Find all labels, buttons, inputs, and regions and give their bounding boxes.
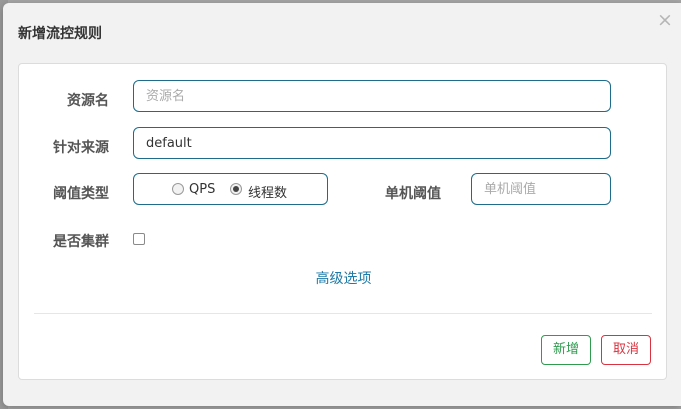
advanced-options-link[interactable]: 高级选项 [19, 268, 668, 288]
radio-thread-count-label: 线程数 [248, 186, 288, 201]
cluster-label: 是否集群 [53, 234, 109, 250]
dialog-title: 新增流控规则 [18, 26, 102, 42]
radio-qps[interactable] [172, 183, 184, 195]
footer-divider [34, 313, 652, 314]
cancel-button[interactable]: 取消 [601, 335, 651, 365]
threshold-type-radio-group: QPS 线程数 [133, 173, 328, 205]
single-threshold-label: 单机阈值 [385, 186, 441, 202]
form-panel: 资源名 针对来源 阈值类型 QPS 线程数 单机阈值 是否集群 高级选项 新增 … [18, 63, 667, 380]
cluster-checkbox[interactable] [133, 233, 145, 245]
source-label: 针对来源 [53, 140, 109, 156]
source-input[interactable] [133, 127, 611, 159]
radio-qps-label: QPS [189, 182, 216, 197]
threshold-type-label: 阈值类型 [53, 186, 109, 202]
add-button[interactable]: 新增 [541, 335, 591, 365]
resource-name-label: 资源名 [67, 93, 109, 109]
radio-thread-count[interactable] [230, 183, 242, 195]
add-flow-rule-dialog: 新增流控规则 × 资源名 针对来源 阈值类型 QPS 线程数 单机阈值 是否集群… [3, 3, 681, 406]
resource-name-input[interactable] [133, 80, 611, 112]
single-threshold-input[interactable] [471, 173, 611, 205]
close-icon[interactable]: × [657, 11, 673, 30]
